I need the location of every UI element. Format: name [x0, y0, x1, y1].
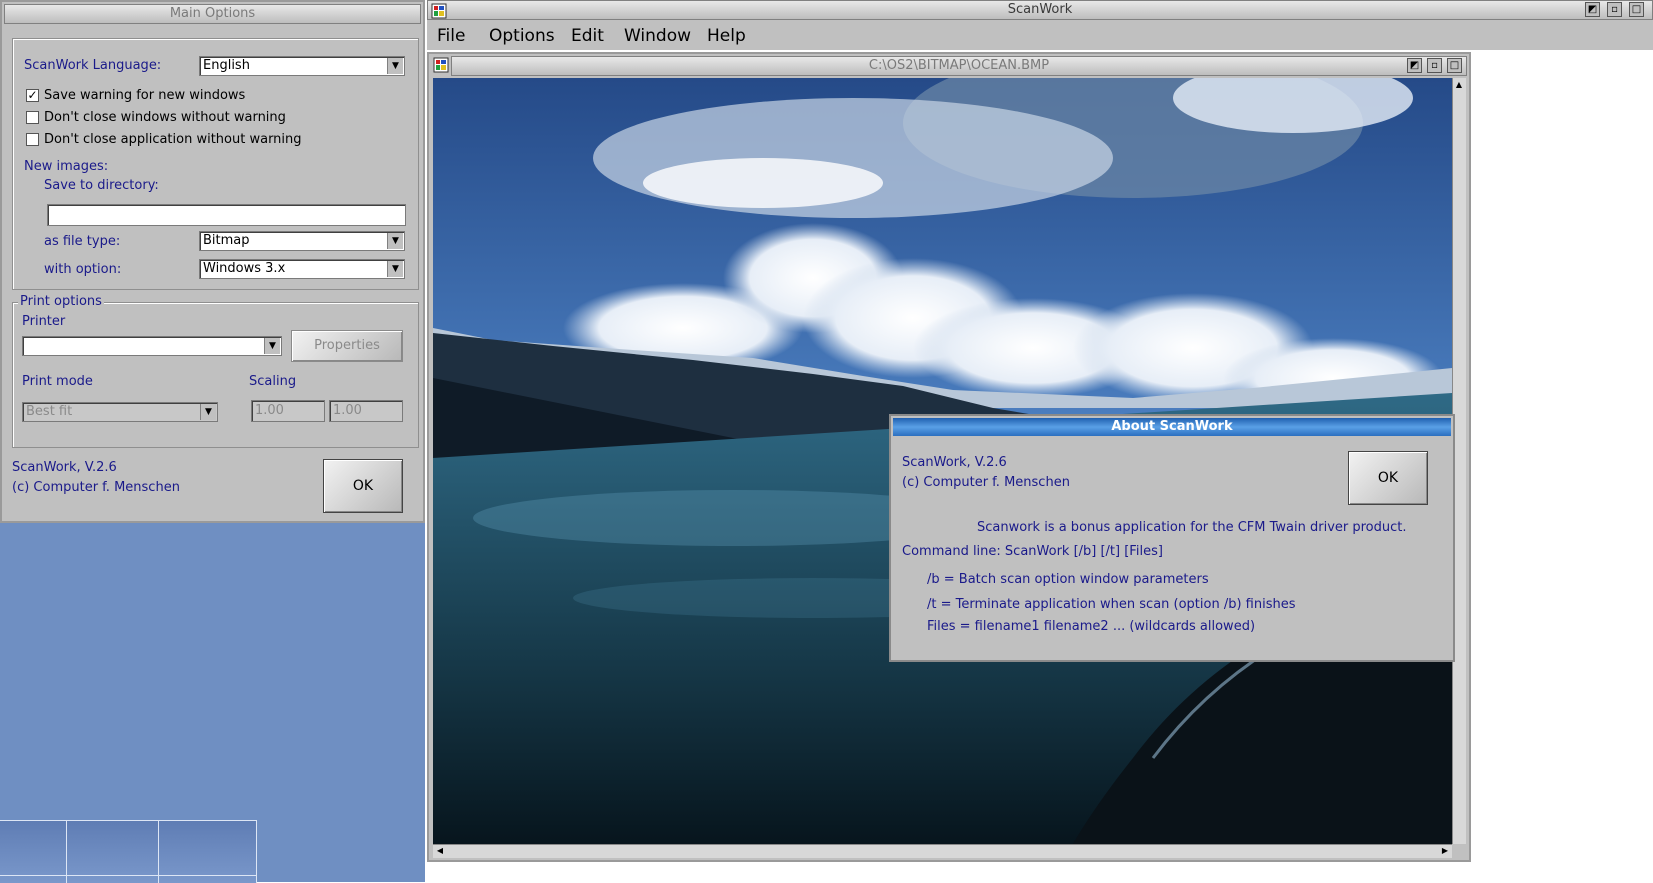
image-maximize-icon[interactable]: ◩: [1407, 58, 1422, 73]
save-warning-label: Save warning for new windows: [44, 88, 246, 103]
about-option-t: /t = Terminate application when scan (op…: [927, 597, 1296, 612]
print-mode-select[interactable]: Best fit ▼: [22, 402, 218, 422]
image-restore-icon[interactable]: ▫: [1427, 58, 1442, 73]
about-ok-button[interactable]: OK: [1348, 451, 1428, 505]
about-command-line: Command line: ScanWork [/b] [/t] [Files]: [902, 544, 1163, 559]
maximize-icon[interactable]: ◩: [1585, 2, 1600, 17]
new-images-label: New images:: [24, 159, 109, 174]
with-option-select[interactable]: Windows 3.x ▼: [199, 259, 405, 279]
about-option-b: /b = Batch scan option window parameters: [927, 572, 1209, 587]
scroll-left-icon[interactable]: ◀: [435, 846, 445, 856]
main-options-titlebar[interactable]: Main Options: [4, 4, 421, 24]
scaling-label: Scaling: [249, 374, 297, 389]
language-label: ScanWork Language:: [24, 58, 162, 73]
main-options-ok-button[interactable]: OK: [323, 459, 403, 513]
minimize-icon[interactable]: □: [1629, 2, 1644, 17]
menu-bar: File Options Edit Window Help: [427, 22, 1653, 50]
dropdown-arrow-icon[interactable]: ▼: [387, 58, 403, 74]
scroll-right-icon[interactable]: ▶: [1440, 846, 1450, 856]
save-warning-checkbox[interactable]: ✓: [26, 89, 39, 102]
menu-window[interactable]: Window: [624, 26, 691, 46]
file-type-label: as file type:: [44, 234, 121, 249]
image-window-titlebar[interactable]: C:\OS2\BITMAP\OCEAN.BMP: [451, 56, 1467, 76]
desktop-folder-grid: [0, 820, 257, 883]
check-icon: ✓: [27, 88, 38, 102]
scaling-x-value: 1.00: [255, 403, 284, 418]
main-options-ok-label: OK: [352, 478, 374, 494]
about-bonus-text: Scanwork is a bonus application for the …: [977, 520, 1407, 535]
image-minimize-icon[interactable]: □: [1447, 58, 1462, 73]
dropdown-arrow-icon[interactable]: ▼: [387, 261, 403, 277]
about-version: ScanWork, V.2.6: [902, 455, 1007, 470]
close-app-checkbox[interactable]: [26, 133, 39, 146]
main-options-title: Main Options: [169, 6, 256, 21]
print-mode-label: Print mode: [22, 374, 93, 389]
print-options-label: Print options: [18, 294, 104, 309]
menu-options[interactable]: Options: [489, 26, 555, 46]
with-option-label: with option:: [44, 262, 122, 277]
file-type-select[interactable]: Bitmap ▼: [199, 231, 405, 251]
menu-help[interactable]: Help: [707, 26, 746, 46]
restore-icon[interactable]: ▫: [1607, 2, 1622, 17]
scanwork-title: ScanWork: [1007, 2, 1073, 17]
printer-label: Printer: [22, 314, 66, 329]
about-option-files: Files = filename1 filename2 ... (wildcar…: [927, 619, 1256, 634]
scaling-x-input[interactable]: 1.00: [251, 400, 325, 422]
close-windows-label: Don't close windows without warning: [44, 110, 286, 125]
scanwork-titlebar[interactable]: ScanWork: [427, 0, 1653, 20]
image-window-system-icon[interactable]: [433, 57, 449, 73]
about-copyright: (c) Computer f. Menschen: [902, 475, 1070, 490]
dropdown-arrow-icon[interactable]: ▼: [200, 404, 216, 420]
image-horizontal-scrollbar[interactable]: ◀ ▶: [433, 844, 1452, 858]
save-dir-label: Save to directory:: [44, 178, 159, 193]
language-select[interactable]: English ▼: [199, 56, 405, 76]
with-option-value: Windows 3.x: [203, 261, 286, 276]
scroll-up-icon[interactable]: ▲: [1454, 80, 1464, 90]
scaling-y-value: 1.00: [333, 403, 362, 418]
window-system-icon[interactable]: [431, 3, 447, 19]
save-dir-input[interactable]: [47, 204, 406, 226]
menu-file[interactable]: File: [437, 26, 465, 46]
menu-edit[interactable]: Edit: [571, 26, 604, 46]
file-type-value: Bitmap: [203, 233, 250, 248]
language-value: English: [203, 58, 250, 73]
about-dialog: About ScanWork ScanWork, V.2.6 (c) Compu…: [889, 414, 1455, 662]
about-titlebar[interactable]: About ScanWork: [893, 418, 1451, 436]
about-ok-label: OK: [1377, 470, 1399, 486]
close-windows-checkbox[interactable]: [26, 111, 39, 124]
about-title: About ScanWork: [1111, 419, 1233, 434]
properties-button-label: Properties: [314, 338, 380, 353]
dropdown-arrow-icon[interactable]: ▼: [264, 338, 280, 354]
dropdown-arrow-icon[interactable]: ▼: [387, 233, 403, 249]
copyright-label: (c) Computer f. Menschen: [12, 480, 180, 495]
version-label: ScanWork, V.2.6: [12, 460, 117, 475]
main-options-dialog: Main Options ScanWork Language: English …: [0, 0, 425, 523]
close-app-label: Don't close application without warning: [44, 132, 302, 147]
image-window-title: C:\OS2\BITMAP\OCEAN.BMP: [868, 58, 1050, 73]
print-mode-value: Best fit: [26, 404, 73, 419]
scaling-y-input[interactable]: 1.00: [329, 400, 403, 422]
printer-select[interactable]: ▼: [22, 336, 282, 356]
properties-button[interactable]: Properties: [291, 330, 403, 362]
